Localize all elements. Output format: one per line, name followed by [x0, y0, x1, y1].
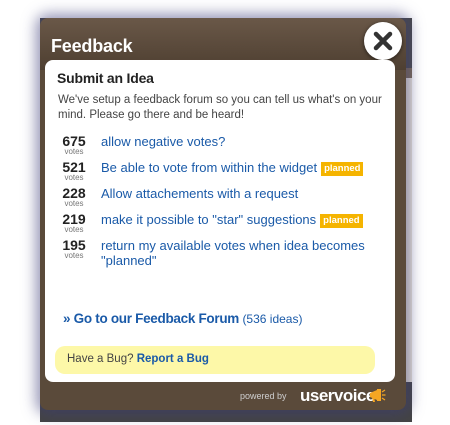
- bug-prompt: Have a Bug?: [67, 353, 134, 365]
- submit-idea-panel: Submit an Idea We've setup a feedback fo…: [45, 60, 395, 382]
- uservoice-logo[interactable]: uservoice: [300, 386, 375, 406]
- panel-title: Submit an Idea: [57, 70, 154, 86]
- idea-item: 219 votes make it possible to "star" sug…: [59, 212, 389, 234]
- forum-idea-count: (536 ideas): [242, 312, 303, 326]
- panel-description: We've setup a feedback forum so you can …: [58, 94, 382, 121]
- idea-title[interactable]: Allow attachements with a request: [101, 186, 298, 201]
- vote-count: 521 votes: [59, 160, 89, 182]
- idea-link[interactable]: make it possible to "star" suggestions pl…: [101, 212, 363, 228]
- idea-link[interactable]: Allow attachements with a request: [101, 186, 298, 201]
- vote-number: 521: [62, 159, 86, 175]
- vote-count: 219 votes: [59, 212, 89, 234]
- vote-number: 195: [62, 237, 86, 253]
- status-badge: planned: [320, 214, 363, 228]
- vote-count: 195 votes: [59, 238, 89, 260]
- vote-number: 675: [62, 133, 86, 149]
- vote-count: 675 votes: [59, 134, 89, 156]
- vote-label: votes: [64, 173, 84, 182]
- report-bug-link[interactable]: Report a Bug: [137, 353, 209, 365]
- vote-label: votes: [64, 199, 84, 208]
- idea-link[interactable]: return my available votes when idea beco…: [101, 238, 389, 268]
- idea-title[interactable]: Be able to vote from within the widget: [101, 160, 317, 175]
- megaphone-icon: [370, 389, 386, 402]
- idea-title[interactable]: make it possible to "star" suggestions: [101, 212, 316, 227]
- ideas-list: 675 votes allow negative votes? 521 vote…: [59, 134, 389, 272]
- idea-title[interactable]: allow negative votes?: [101, 134, 225, 149]
- close-button[interactable]: [364, 22, 402, 60]
- vote-label: votes: [64, 147, 84, 156]
- vote-number: 219: [62, 211, 86, 227]
- idea-link[interactable]: allow negative votes?: [101, 134, 225, 149]
- status-badge: planned: [321, 162, 364, 176]
- idea-item: 228 votes Allow attachements with a requ…: [59, 186, 389, 208]
- idea-item: 195 votes return my available votes when…: [59, 238, 389, 268]
- vote-label: votes: [64, 251, 84, 260]
- close-icon: [373, 31, 393, 51]
- forum-link-label[interactable]: » Go to our Feedback Forum: [63, 311, 239, 326]
- powered-by-label: powered by: [240, 391, 287, 401]
- feedback-forum-link[interactable]: » Go to our Feedback Forum (536 ideas): [63, 311, 302, 326]
- vote-count: 228 votes: [59, 186, 89, 208]
- widget-title: Feedback: [51, 36, 133, 56]
- bug-report-box: Have a Bug? Report a Bug: [55, 346, 375, 374]
- vote-number: 228: [62, 185, 86, 201]
- idea-title[interactable]: return my available votes when idea beco…: [101, 238, 365, 268]
- idea-item: 675 votes allow negative votes?: [59, 134, 389, 156]
- idea-item: 521 votes Be able to vote from within th…: [59, 160, 389, 182]
- vote-label: votes: [64, 225, 84, 234]
- idea-link[interactable]: Be able to vote from within the widget pl…: [101, 160, 364, 176]
